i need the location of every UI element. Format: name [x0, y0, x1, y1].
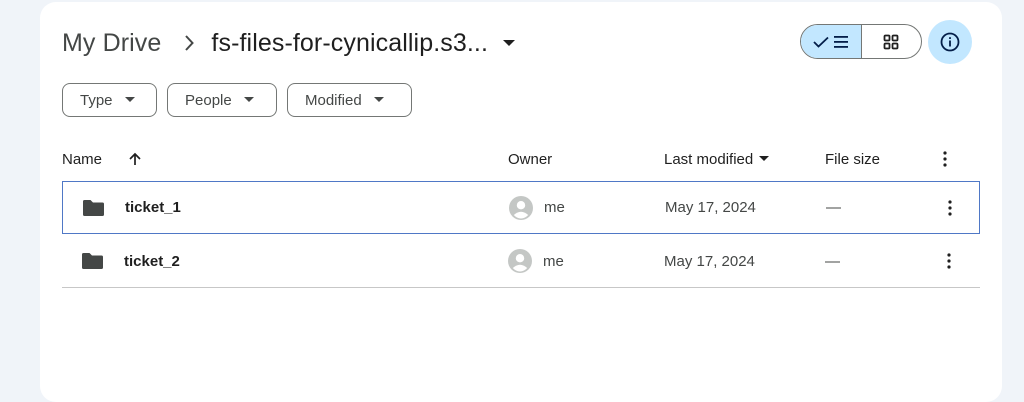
filter-chips: Type People Modified [62, 83, 412, 117]
column-options-button[interactable] [943, 140, 947, 178]
column-label: Name [62, 150, 103, 168]
owner-cell: me [509, 182, 565, 233]
list-view-icon [833, 35, 848, 48]
column-header-owner[interactable]: Owner [508, 140, 552, 178]
last-modified-date: May 17, 2024 [664, 252, 755, 270]
owner-cell: me [508, 235, 564, 287]
column-header-name[interactable]: Name [62, 140, 142, 178]
caret-down-icon [503, 40, 515, 46]
table-row[interactable]: ticket_1 me May 17, 2024 — [62, 181, 980, 234]
file-name: ticket_1 [125, 199, 181, 216]
filter-people-chip[interactable]: People [167, 83, 277, 117]
filter-modified-chip[interactable]: Modified [287, 83, 412, 117]
caret-down-icon [759, 156, 770, 161]
filter-type-chip[interactable]: Type [62, 83, 157, 117]
chip-label: People [185, 91, 232, 109]
column-header-file-size[interactable]: File size [825, 140, 880, 178]
account-circle-icon [508, 249, 532, 273]
grid-view-button[interactable] [862, 25, 922, 58]
more-vert-icon [947, 253, 951, 269]
file-size: — [826, 199, 841, 216]
caret-down-icon [243, 97, 254, 102]
caret-down-icon [124, 97, 135, 102]
folder-icon [81, 235, 104, 287]
view-toggle [800, 24, 922, 59]
owner-name: me [543, 252, 564, 270]
chip-label: Type [80, 91, 113, 109]
account-circle-icon [509, 195, 533, 220]
column-label: Owner [508, 150, 553, 168]
chevron-right-icon [183, 34, 195, 52]
file-size: — [825, 252, 840, 270]
breadcrumb: My Drive fs-files-for-cynicallip.s3... [62, 22, 516, 64]
column-label: File size [825, 150, 881, 168]
owner-name: me [544, 199, 565, 216]
folder-icon [82, 182, 105, 233]
more-vert-icon [943, 151, 947, 167]
checkmark-icon [813, 36, 829, 48]
column-label: Last modified [664, 150, 754, 168]
caret-down-icon [373, 97, 384, 102]
row-more-actions-button[interactable] [948, 182, 952, 233]
last-modified-date: May 17, 2024 [665, 199, 756, 216]
grid-view-icon [883, 34, 899, 49]
folder-menu-dropdown[interactable] [502, 39, 516, 47]
chip-label: Modified [305, 91, 362, 109]
table-row[interactable]: ticket_2 me May 17, 2024 — [62, 235, 980, 288]
column-header-last-modified[interactable]: Last modified [664, 140, 770, 178]
arrow-up-icon[interactable] [128, 152, 142, 166]
info-icon [940, 32, 960, 52]
breadcrumb-current-folder[interactable]: fs-files-for-cynicallip.s3... [211, 29, 488, 58]
file-name: ticket_2 [124, 252, 180, 270]
table-header: Name Owner Last modified File size [62, 140, 980, 178]
details-info-button[interactable] [928, 20, 972, 64]
row-more-actions-button[interactable] [947, 235, 951, 287]
list-view-button[interactable] [801, 25, 862, 58]
breadcrumb-my-drive[interactable]: My Drive [62, 29, 161, 58]
more-vert-icon [948, 199, 952, 216]
